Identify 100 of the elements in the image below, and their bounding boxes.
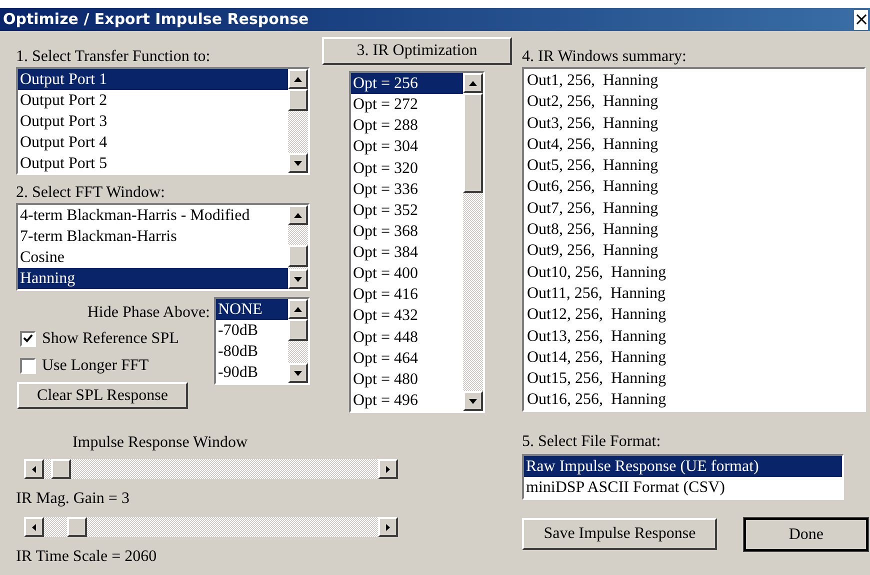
list-item[interactable]: Output Port 5 <box>18 153 288 173</box>
checkbox[interactable] <box>20 358 36 374</box>
optimization-list[interactable]: Opt = 256 Opt = 272 Opt = 288 Opt = 304 Opt = 320 Opt = 336 Opt = 352 Opt = 368 Opt = 384 Opt = 400 Opt = 416 Opt = 432 Opt = 448 Opt = 464 Opt = 480 Opt = 496 <box>349 71 485 413</box>
hide-phase-list[interactable]: NONE -70dB -80dB -90dB <box>214 297 310 385</box>
scroll-up-button[interactable] <box>288 299 308 319</box>
scroll-down-button[interactable] <box>288 153 308 173</box>
list-item[interactable]: -70dB <box>216 320 288 341</box>
slider-thumb[interactable] <box>50 459 71 479</box>
section-label: Impulse Response Window <box>71 433 249 453</box>
down-arrow-icon <box>294 276 302 282</box>
scrollbar[interactable] <box>463 73 483 411</box>
summary-row-text: Out6, 256, Hanning <box>527 177 660 198</box>
fft-window-list[interactable]: 4-term Blackman-Harris - Modified 7-term Blackman-Harris Cosine Hanning <box>16 203 310 291</box>
scroll-up-button[interactable] <box>288 205 308 225</box>
right-arrow-icon <box>386 524 390 530</box>
section-label: 2. Select FFT Window: <box>16 183 166 203</box>
field-label: Hide Phase Above: <box>87 303 210 323</box>
up-arrow-icon <box>294 306 302 312</box>
list-item[interactable]: Output Port 1 <box>18 69 288 90</box>
list-item[interactable]: Raw Impulse Response (UE format) <box>524 456 842 477</box>
down-arrow-icon <box>294 370 302 376</box>
close-button[interactable]: × <box>854 10 868 30</box>
list-item[interactable]: Opt = 256 <box>351 73 463 94</box>
list-item[interactable]: Opt = 480 <box>351 368 463 390</box>
slider-thumb[interactable] <box>67 517 88 537</box>
scroll-thumb[interactable] <box>288 319 308 341</box>
scrollbar[interactable] <box>288 205 308 289</box>
clear-spl-button[interactable]: Clear SPL Response <box>17 382 188 409</box>
slider-reading: IR Time Scale = 2060 <box>16 547 158 567</box>
scrollbar[interactable] <box>288 69 308 173</box>
checkbox[interactable] <box>20 330 36 346</box>
up-arrow-icon <box>294 76 302 82</box>
list-item[interactable]: 7-term Blackman-Harris <box>18 226 288 247</box>
section-label: 5. Select File Format: <box>522 432 662 452</box>
list-item[interactable]: Opt = 320 <box>351 158 463 179</box>
list-item[interactable]: Opt = 464 <box>351 348 463 369</box>
summary-row-text: Out4, 256, Hanning <box>527 134 660 155</box>
scroll-right-button[interactable] <box>378 459 398 479</box>
list-item[interactable]: Opt = 304 <box>351 136 463 158</box>
list-item[interactable]: -80dB <box>216 341 288 362</box>
window-title: Optimize / Export Impulse Response <box>3 9 309 30</box>
list-item[interactable]: Opt = 416 <box>351 284 463 306</box>
list-item[interactable]: NONE <box>216 299 288 320</box>
list-item[interactable]: Opt = 384 <box>351 242 463 264</box>
scroll-down-button[interactable] <box>288 363 308 383</box>
summary-row-text: Out12, 256, Hanning <box>527 305 668 326</box>
list-item[interactable]: Opt = 288 <box>351 115 463 136</box>
summary-row-text: Out10, 256, Hanning <box>527 262 668 283</box>
dialog-button[interactable]: Save Impulse Response <box>522 518 718 550</box>
down-arrow-icon <box>469 398 477 404</box>
list-item[interactable]: Opt = 496 <box>351 390 463 411</box>
slider-reading: IR Mag. Gain = 3 <box>16 489 130 509</box>
dialog-button[interactable]: Done <box>744 518 868 551</box>
list-item[interactable]: Opt = 272 <box>351 94 463 116</box>
scroll-up-button[interactable] <box>463 73 483 93</box>
summary-row-text: Out14, 256, Hanning <box>527 348 668 368</box>
list-item[interactable]: Opt = 400 <box>351 263 463 284</box>
up-arrow-icon <box>469 80 477 86</box>
file-format-list[interactable]: Raw Impulse Response (UE format) miniDSP ASCII Format (CSV) <box>522 454 844 500</box>
list-item[interactable]: Output Port 2 <box>18 90 288 111</box>
summary-row-text: Out7, 256, Hanning <box>527 198 660 219</box>
checkbox-label: Use Longer FFT <box>42 356 149 376</box>
summary-row-text: Out11, 256, Hanning <box>527 284 667 304</box>
summary-row-text: Out1, 256, Hanning <box>527 71 660 91</box>
scroll-left-button[interactable] <box>24 517 44 537</box>
scroll-up-button[interactable] <box>288 69 308 89</box>
summary-list[interactable] <box>522 67 866 412</box>
list-item[interactable]: miniDSP ASCII Format (CSV) <box>524 477 842 498</box>
list-item[interactable]: Opt = 432 <box>351 305 463 326</box>
transfer-function-list[interactable]: Output Port 1 Output Port 2 Output Port 3 Output Port 4 Output Port 5 <box>16 67 310 175</box>
list-item[interactable]: Opt = 448 <box>351 326 463 348</box>
scroll-down-button[interactable] <box>288 269 308 289</box>
scroll-down-button[interactable] <box>463 391 483 411</box>
list-item[interactable]: 4-term Blackman-Harris - Modified <box>18 205 288 226</box>
list-item[interactable]: Opt = 352 <box>351 200 463 221</box>
slider-track[interactable] <box>24 517 398 537</box>
up-arrow-icon <box>294 212 302 218</box>
ir-optimization-button[interactable]: 3. IR Optimization <box>322 37 512 65</box>
list-item[interactable]: Opt = 368 <box>351 220 463 242</box>
scroll-thumb[interactable] <box>288 89 308 111</box>
scroll-thumb[interactable] <box>288 245 308 267</box>
slider-track[interactable] <box>24 459 398 479</box>
section-label: 1. Select Transfer Function to: <box>16 47 212 67</box>
left-arrow-icon <box>32 524 36 530</box>
summary-row-text: Out5, 256, Hanning <box>527 156 660 176</box>
list-item[interactable]: Opt = 336 <box>351 178 463 200</box>
scroll-right-button[interactable] <box>378 517 398 537</box>
down-arrow-icon <box>294 160 302 166</box>
summary-row-text: Out13, 256, Hanning <box>527 326 668 347</box>
summary-row-text: Out2, 256, Hanning <box>527 92 660 112</box>
list-item[interactable]: Output Port 3 <box>18 111 288 132</box>
scroll-left-button[interactable] <box>24 459 44 479</box>
check-icon <box>23 334 33 343</box>
scrollbar[interactable] <box>288 299 308 383</box>
list-item[interactable]: Cosine <box>18 247 288 268</box>
list-item[interactable]: Output Port 4 <box>18 132 288 153</box>
list-item[interactable]: -90dB <box>216 362 288 383</box>
list-item[interactable]: Hanning <box>18 268 288 289</box>
checkbox-label: Show Reference SPL <box>42 328 179 348</box>
scroll-thumb[interactable] <box>463 93 483 193</box>
